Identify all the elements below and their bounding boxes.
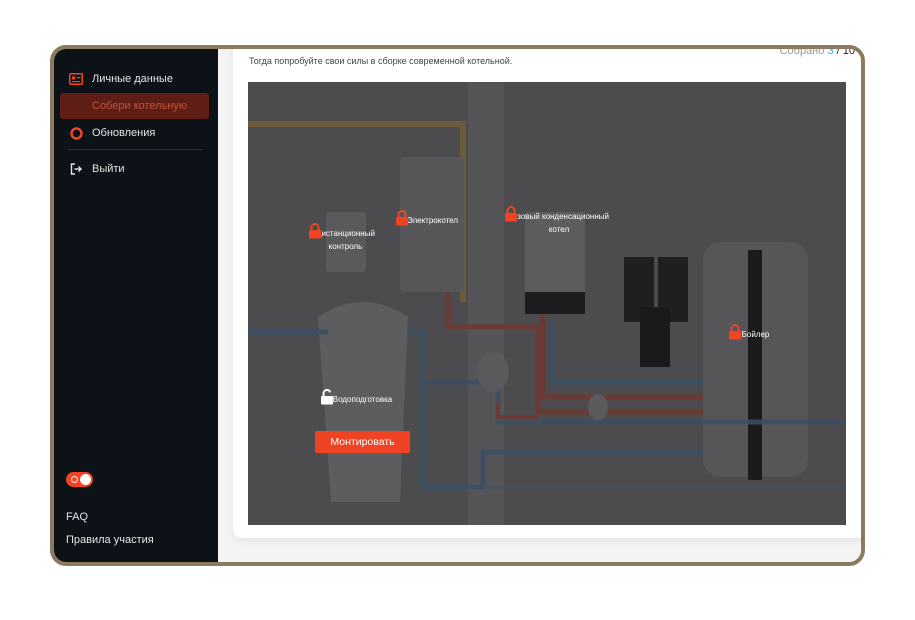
- progress-counter: Собрано 3 / 10: [779, 45, 855, 57]
- sidebar-item-label: Собери котельную: [92, 100, 188, 112]
- window-frame: Личные данные Собери котельную Обновлени…: [50, 45, 865, 566]
- rules-link[interactable]: Правила участия: [66, 534, 154, 546]
- hotspot-label: Газовый конденсационный котел: [509, 212, 609, 234]
- hotspot-water-treatment[interactable]: Водоподготовка: [320, 389, 405, 406]
- lifebuoy-icon: [68, 125, 84, 141]
- sidebar-divider: [68, 149, 203, 150]
- hotspot-electric-boiler[interactable]: Электрокотел: [395, 210, 470, 227]
- mount-button[interactable]: Монтировать: [315, 431, 410, 453]
- counter-label: Собрано: [779, 45, 825, 57]
- content-card: Тогда попробуйте свои силы в сборке совр…: [233, 45, 861, 538]
- hotspot-label: Бойлер: [741, 330, 770, 339]
- sidebar-item-label: Обновления: [92, 127, 156, 139]
- id-card-icon: [68, 71, 84, 87]
- logout-icon: [68, 161, 84, 177]
- toggle-knob: [80, 474, 91, 485]
- sidebar: Личные данные Собери котельную Обновлени…: [54, 49, 218, 562]
- toggle-icon: [71, 476, 78, 483]
- counter-total: 10: [842, 45, 855, 57]
- boiler-room-illustration: [248, 82, 846, 525]
- hotspot-water-heater[interactable]: Бойлер: [728, 324, 783, 341]
- hotspot-gas-boiler[interactable]: Газовый конденсационный котел: [504, 206, 614, 236]
- boiler-room-scene: Дистанционный контроль Электрокотел Газо…: [248, 82, 846, 525]
- hotspot-label: Электрокотел: [406, 216, 459, 225]
- page-subtitle: Тогда попробуйте свои силы в сборке совр…: [249, 56, 513, 66]
- sidebar-item-personal-data[interactable]: Личные данные: [60, 66, 209, 92]
- boiler-icon: [68, 98, 84, 114]
- faq-link[interactable]: FAQ: [66, 511, 88, 523]
- hotspot-remote-control[interactable]: Дистанционный контроль: [308, 223, 383, 253]
- sidebar-item-updates[interactable]: Обновления: [60, 120, 209, 146]
- sidebar-item-build-boiler-room[interactable]: Собери котельную: [60, 93, 209, 119]
- hotspot-label: Водоподготовка: [332, 395, 393, 404]
- hotspot-label: Дистанционный контроль: [316, 229, 375, 251]
- logout-label: Выйти: [92, 163, 125, 175]
- counter-separator: /: [836, 45, 840, 57]
- main-area: Тогда попробуйте свои силы в сборке совр…: [218, 49, 861, 562]
- counter-current: 3: [827, 45, 834, 57]
- sidebar-item-label: Личные данные: [92, 73, 173, 85]
- theme-toggle[interactable]: [66, 472, 93, 487]
- sidebar-item-cut: [60, 49, 209, 63]
- logout-button[interactable]: Выйти: [60, 156, 209, 182]
